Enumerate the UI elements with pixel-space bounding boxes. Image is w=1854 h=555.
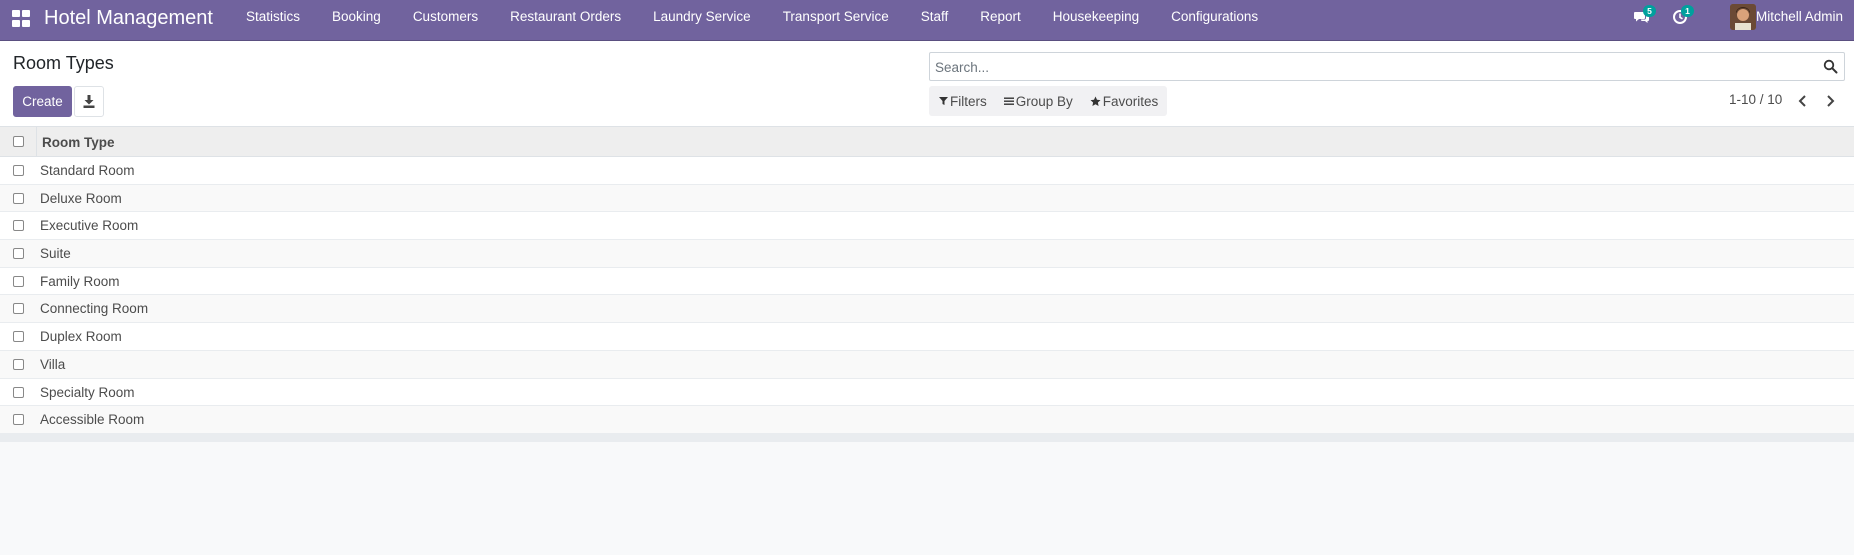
search-icon[interactable] xyxy=(1823,59,1838,74)
menu-item-restaurant-orders[interactable]: Restaurant Orders xyxy=(494,0,637,34)
search-bar xyxy=(929,52,1845,81)
menu-item-customers[interactable]: Customers xyxy=(397,0,494,34)
room-types-list: Room Type Standard Room Deluxe Room Exec… xyxy=(0,127,1854,442)
row-checkbox[interactable] xyxy=(13,414,24,426)
page-title: Room Types xyxy=(13,53,114,73)
pager-value[interactable]: 1-10 / 10 xyxy=(1729,92,1782,107)
row-checkbox[interactable] xyxy=(13,248,24,260)
menu-item-report[interactable]: Report xyxy=(964,0,1037,34)
table-row[interactable]: Deluxe Room xyxy=(0,184,1854,213)
pager-next-button[interactable] xyxy=(1822,92,1838,110)
systray: 5 1 Mitchell Admin xyxy=(1634,0,1854,34)
menu-item-transport-service[interactable]: Transport Service xyxy=(767,0,905,34)
download-icon xyxy=(83,95,95,108)
group-by-label: Group By xyxy=(1015,93,1073,109)
table-row[interactable]: Duplex Room xyxy=(0,323,1854,351)
table-row[interactable]: Specialty Room xyxy=(0,378,1854,407)
room-type-name: Standard Room xyxy=(40,163,135,178)
favorites-label: Favorites xyxy=(1102,93,1159,109)
column-header-room-type[interactable]: Room Type xyxy=(42,135,115,150)
activities-count-badge: 1 xyxy=(1681,5,1694,17)
table-row[interactable]: Standard Room xyxy=(0,157,1854,185)
messages-button[interactable]: 5 xyxy=(1634,5,1656,25)
list-header: Room Type xyxy=(0,127,1854,157)
top-navbar: Hotel Management Statistics Booking Cust… xyxy=(0,0,1854,41)
avatar[interactable] xyxy=(1730,4,1756,30)
row-checkbox[interactable] xyxy=(13,275,24,287)
menu-item-staff[interactable]: Staff xyxy=(905,0,965,34)
user-photo-icon xyxy=(1730,4,1756,30)
chevron-left-icon xyxy=(1798,95,1806,107)
row-checkbox[interactable] xyxy=(13,165,24,176)
app-brand[interactable]: Hotel Management xyxy=(44,7,213,30)
filters-label: Filters xyxy=(950,93,987,109)
activities-button[interactable]: 1 xyxy=(1672,5,1694,25)
room-type-name: Specialty Room xyxy=(40,384,135,400)
create-button[interactable]: Create xyxy=(13,86,72,117)
control-panel: Room Types Create Filters Group By Favor… xyxy=(0,41,1854,127)
row-checkbox[interactable] xyxy=(13,358,24,370)
apps-grid-icon[interactable] xyxy=(12,10,30,28)
room-type-name: Family Room xyxy=(40,273,120,289)
row-checkbox[interactable] xyxy=(13,303,24,315)
pager-previous-button[interactable] xyxy=(1795,92,1811,110)
menu-item-configurations[interactable]: Configurations xyxy=(1155,0,1274,34)
chevron-right-icon xyxy=(1827,95,1835,107)
table-row[interactable]: Villa xyxy=(0,350,1854,379)
list-footer xyxy=(0,433,1854,442)
row-checkbox[interactable] xyxy=(13,220,24,232)
favorites-toggle[interactable]: Favorites xyxy=(1090,93,1159,109)
row-checkbox[interactable] xyxy=(13,386,24,398)
menu-item-laundry-service[interactable]: Laundry Service xyxy=(637,0,767,34)
row-checkbox[interactable] xyxy=(13,331,24,343)
table-row[interactable]: Suite xyxy=(0,240,1854,268)
table-row[interactable]: Accessible Room xyxy=(0,406,1854,434)
room-type-name: Villa xyxy=(40,356,66,372)
star-icon xyxy=(1090,96,1101,106)
room-type-name: Duplex Room xyxy=(40,329,122,345)
messages-count-badge: 5 xyxy=(1643,5,1656,17)
main-menu: Statistics Booking Customers Restaurant … xyxy=(230,0,1274,34)
menu-item-housekeeping[interactable]: Housekeeping xyxy=(1037,0,1155,34)
list-rows: Standard Room Deluxe Room Executive Room… xyxy=(0,157,1854,434)
menu-item-booking[interactable]: Booking xyxy=(316,0,397,34)
search-input[interactable] xyxy=(935,57,1795,77)
room-type-name: Suite xyxy=(40,246,71,262)
bars-icon xyxy=(1003,97,1014,105)
row-checkbox[interactable] xyxy=(13,192,24,204)
menu-item-statistics[interactable]: Statistics xyxy=(230,0,316,34)
table-row[interactable]: Connecting Room xyxy=(0,295,1854,324)
funnel-icon xyxy=(939,97,948,105)
room-type-name: Accessible Room xyxy=(40,412,145,428)
select-all-checkbox[interactable] xyxy=(13,136,24,147)
group-by-toggle[interactable]: Group By xyxy=(1003,93,1073,109)
search-options-bar: Filters Group By Favorites xyxy=(929,86,1167,116)
table-row[interactable]: Family Room xyxy=(0,267,1854,296)
table-row[interactable]: Executive Room xyxy=(0,212,1854,241)
filters-toggle[interactable]: Filters xyxy=(939,94,987,109)
room-type-name: Executive Room xyxy=(40,218,139,234)
room-type-name: Deluxe Room xyxy=(40,190,122,206)
export-button[interactable] xyxy=(74,86,104,117)
user-name[interactable]: Mitchell Admin xyxy=(1756,0,1843,34)
room-type-name: Connecting Room xyxy=(40,301,149,317)
column-divider xyxy=(36,127,37,157)
